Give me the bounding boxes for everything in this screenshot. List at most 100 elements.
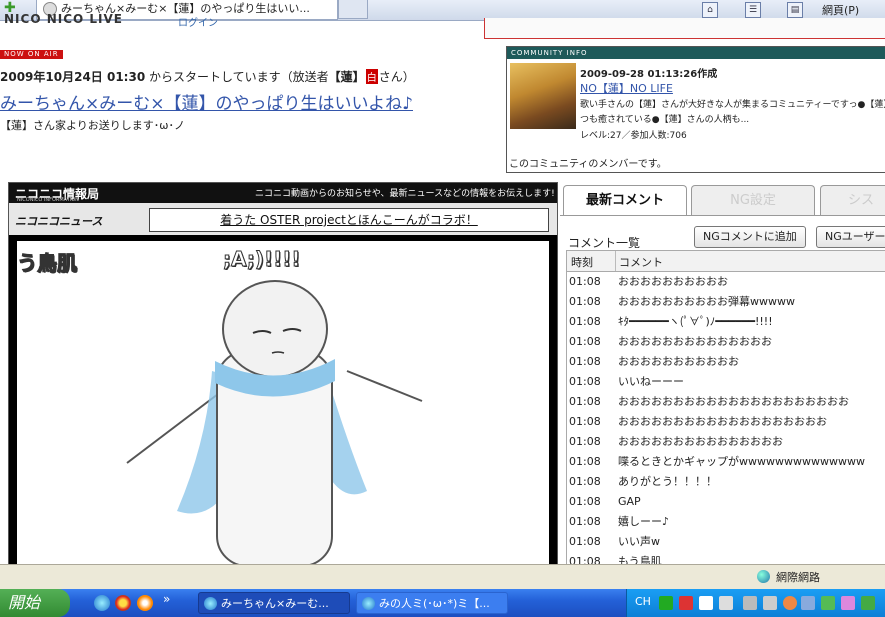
comment-time: 01:08 bbox=[569, 415, 601, 428]
table-row[interactable]: 01:08 おおおおおおおおおおおおおおお bbox=[567, 432, 885, 452]
table-row[interactable]: 01:08 おおおおおおおおおお bbox=[567, 272, 885, 292]
comment-text: GAP bbox=[618, 495, 641, 508]
help-icon[interactable] bbox=[763, 596, 777, 610]
taskbar-window-1-label: みーちゃん×みーむ... bbox=[221, 597, 329, 610]
comment-text: いいねーーー bbox=[618, 375, 684, 388]
table-row[interactable]: 01:08 おおおおおおおおおおおおおおおおおおおおお bbox=[567, 392, 885, 412]
network-icon[interactable] bbox=[801, 596, 815, 610]
taskbar-window-1[interactable]: みーちゃん×みーむ... bbox=[198, 592, 350, 614]
comment-text: おおおおおおおおおおおおおおおおおおおおお bbox=[618, 395, 849, 408]
tab-ng-settings[interactable]: NG設定 bbox=[691, 185, 815, 216]
taskbar-window-2[interactable]: みの人ミ(･ω･*)ミ【... bbox=[356, 592, 508, 614]
back-arrow-icon[interactable] bbox=[783, 596, 797, 610]
info-message: ニコニコ動画からのお知らせや、最新ニュースなどの情報をお伝えします! bbox=[255, 189, 555, 199]
comment-text: 嬉しーー♪ bbox=[618, 515, 670, 528]
broadcast-title[interactable]: みーちゃん×みーむ×【蓮】のやっぱり生はいいよね♪ bbox=[0, 89, 413, 114]
comment-text: おおおおおおおおおお弾幕wwwww bbox=[618, 295, 795, 308]
video-player: ニコニコ情報局 NICONICO INFORMATION ニコニコ動画からのお知… bbox=[8, 182, 558, 566]
community-level: レベル:27／参加人数:706 bbox=[580, 131, 687, 141]
tab-latest-comments[interactable]: 最新コメント bbox=[563, 185, 687, 216]
table-row[interactable]: 01:08 いい声w bbox=[567, 532, 885, 552]
chat-icon[interactable] bbox=[841, 596, 855, 610]
comment-time: 01:08 bbox=[569, 475, 601, 488]
comment-time: 01:08 bbox=[569, 315, 601, 328]
ie-icon bbox=[362, 597, 375, 610]
site-logo[interactable]: NICO NICO LIVE bbox=[4, 12, 123, 26]
community-description: 歌い手さんの【蓮】さんが大好きな人が集まるコミュニティーですっ●【蓮】 つも癒さ… bbox=[580, 98, 885, 128]
community-desc-line-2: つも癒されている●【蓮】さんの人柄も... bbox=[580, 115, 750, 125]
table-row[interactable]: 01:08 おおおおおおおおおおお bbox=[567, 352, 885, 372]
comment-text: ありがとう！！！！ bbox=[618, 475, 717, 488]
login-link[interactable]: ログイン bbox=[178, 14, 218, 29]
comment-time: 01:08 bbox=[569, 335, 601, 348]
community-info-box: COMMUNITY INFO 2009-09-28 01:13:26作成 NO【… bbox=[506, 46, 885, 173]
ime-pad-icon[interactable] bbox=[699, 596, 713, 610]
ime-mode-icon[interactable] bbox=[679, 596, 693, 610]
table-row[interactable]: 01:08 ありがとう！！！！ bbox=[567, 472, 885, 492]
table-row[interactable]: 01:08 ｷﾀ━━━━━━ヽ(ﾟ∀ﾟ)ﾉ━━━━━━!!!! bbox=[567, 312, 885, 332]
community-name-link[interactable]: NO【蓮】NO LIFE bbox=[580, 80, 673, 96]
comment-table[interactable]: 時刻 コメント 01:08 おおおおおおおおおお 01:08 おおおおおおおおおお弾幕… bbox=[566, 250, 885, 566]
news-banner-link[interactable]: 着うた OSTER projectとほんこーんがコラボ！ bbox=[149, 208, 549, 232]
home-icon[interactable]: ⌂ bbox=[702, 2, 718, 18]
ng-comment-add-button[interactable]: NGコメントに追加 bbox=[694, 226, 806, 248]
update-icon[interactable] bbox=[861, 596, 875, 610]
table-row[interactable]: 01:08 おおおおおおおおおお弾幕wwwww bbox=[567, 292, 885, 312]
comment-text: おおおおおおおおおお bbox=[618, 275, 728, 288]
community-avatar[interactable] bbox=[510, 63, 576, 129]
new-tab-button[interactable] bbox=[338, 0, 368, 19]
security-icon[interactable] bbox=[821, 596, 835, 610]
column-divider bbox=[615, 251, 616, 271]
comment-time: 01:08 bbox=[569, 355, 601, 368]
comment-time: 01:08 bbox=[569, 375, 601, 388]
table-row[interactable]: 01:08 嬉しーー♪ bbox=[567, 512, 885, 532]
comment-panel: 最新コメント NG設定 シス コメント一覧 NGコメントに追加 NGユーザー 時… bbox=[560, 182, 885, 566]
taskbar: 開始 » みーちゃん×みーむ... みの人ミ(･ω･*)ミ【... CH bbox=[0, 589, 885, 617]
comment-time: 01:08 bbox=[569, 495, 601, 508]
ime-icon[interactable] bbox=[659, 596, 673, 610]
comment-text: ｷﾀ━━━━━━ヽ(ﾟ∀ﾟ)ﾉ━━━━━━!!!! bbox=[618, 315, 773, 328]
page-menu-label[interactable]: 網頁(P) bbox=[822, 2, 859, 18]
table-row[interactable]: 01:08 いいねーーー bbox=[567, 372, 885, 392]
broadcast-description: 【蓮】さん家よりお送りします･ω･ノ bbox=[0, 119, 185, 132]
comment-time: 01:08 bbox=[569, 535, 601, 548]
comment-text: おおおおおおおおおおおおおおおおおおお bbox=[618, 415, 827, 428]
language-indicator[interactable]: CH bbox=[635, 595, 651, 608]
table-row[interactable]: 01:08 GAP bbox=[567, 492, 885, 512]
table-row[interactable]: 01:08 喋るときとかギャップがwwwwwwwwwwwwww bbox=[567, 452, 885, 472]
start-suffix: からスタートしています（放送者 bbox=[149, 70, 329, 84]
table-row[interactable]: 01:08 おおおおおおおおおおおおおお bbox=[567, 332, 885, 352]
ng-user-button[interactable]: NGユーザー bbox=[816, 226, 885, 248]
owner-badge: 白 bbox=[365, 69, 378, 84]
taskbar-window-2-label: みの人ミ(･ω･*)ミ【... bbox=[379, 597, 490, 610]
owner-name[interactable]: 【蓮】 bbox=[329, 70, 365, 84]
print-icon[interactable]: ▤ bbox=[787, 2, 803, 18]
start-date: 2009年10月24日 01:30 bbox=[0, 70, 146, 84]
quicklaunch-more-icon[interactable]: » bbox=[163, 592, 170, 606]
ie-icon bbox=[204, 597, 217, 610]
comment-time: 01:08 bbox=[569, 395, 601, 408]
table-row[interactable]: 01:08 おおおおおおおおおおおおおおおおおおお bbox=[567, 412, 885, 432]
danmaku-comment-2: ;A;)!!!! bbox=[222, 247, 301, 272]
video-frame[interactable]: う鳥肌 ;A;)!!!! bbox=[17, 241, 549, 565]
comment-time: 01:08 bbox=[569, 515, 601, 528]
comment-text: おおおおおおおおおおおおおお bbox=[618, 335, 772, 348]
community-header: COMMUNITY INFO bbox=[507, 47, 885, 59]
ime-tools-icon[interactable] bbox=[719, 596, 733, 610]
tab-system[interactable]: シス bbox=[820, 185, 885, 216]
comment-text: いい声w bbox=[618, 535, 660, 548]
column-header-comment[interactable]: コメント bbox=[619, 254, 663, 270]
community-desc-line-1: 歌い手さんの【蓮】さんが大好きな人が集まるコミュニティーですっ●【蓮】 bbox=[580, 100, 885, 110]
owner-suffix: さん） bbox=[378, 70, 415, 84]
video-illustration bbox=[126, 280, 423, 565]
comment-time: 01:08 bbox=[569, 295, 601, 308]
start-button[interactable]: 開始 bbox=[0, 589, 70, 617]
feed-icon[interactable]: ☰ bbox=[745, 2, 761, 18]
media-player-icon[interactable] bbox=[137, 595, 153, 611]
pen-icon[interactable] bbox=[743, 596, 757, 610]
ie-icon[interactable] bbox=[94, 595, 110, 611]
column-header-time[interactable]: 時刻 bbox=[571, 254, 593, 270]
security-zone: 網際網路 bbox=[776, 571, 820, 584]
chrome-icon[interactable] bbox=[115, 595, 131, 611]
ad-banner-strip[interactable] bbox=[484, 18, 885, 39]
